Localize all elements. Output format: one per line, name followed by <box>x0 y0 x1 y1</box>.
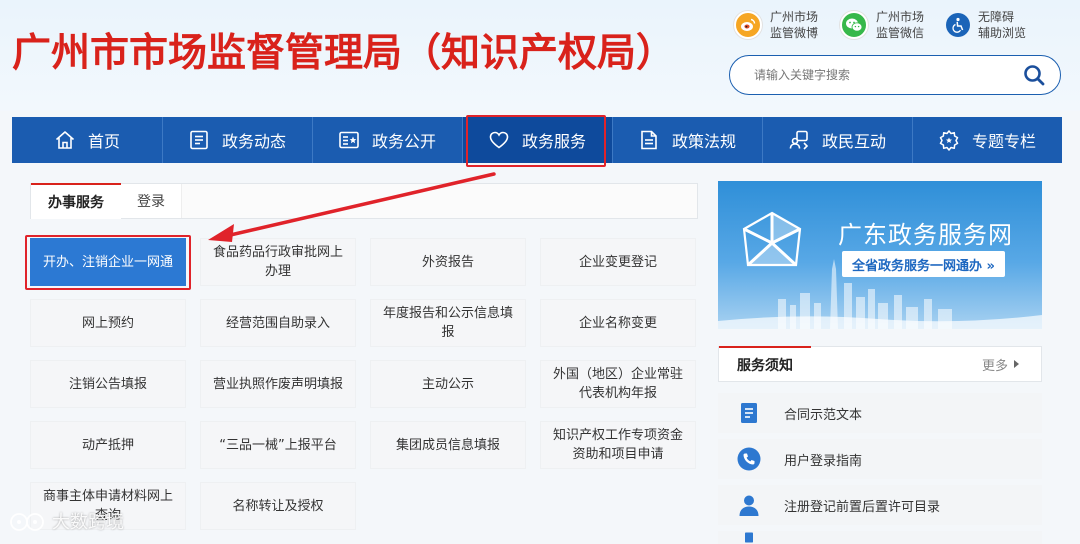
service-item[interactable]: 外资报告 <box>370 238 526 286</box>
accessibility-line2: 辅助浏览 <box>978 26 1027 40</box>
notice-label: 合同示范文本 <box>784 407 863 423</box>
wechat-icon <box>840 11 868 39</box>
service-item[interactable]: 名称转让及授权 <box>200 482 356 530</box>
list-icon <box>745 532 753 543</box>
heart-icon <box>489 131 509 149</box>
service-item[interactable]: 网上预约 <box>30 299 186 347</box>
notice-item-partial[interactable] <box>718 531 1042 544</box>
city-skyline-icon <box>718 259 1042 329</box>
wechat-line1: 广州市场 <box>876 10 925 24</box>
nav-label: 首页 <box>87 132 120 151</box>
tab-services[interactable]: 办事服务 <box>31 183 121 219</box>
service-item[interactable]: 知识产权工作专项资金资助和项目申请 <box>540 421 696 469</box>
service-item[interactable]: 经营范围自助录入 <box>200 299 356 347</box>
user-icon <box>739 495 759 516</box>
service-item[interactable]: 注销公告填报 <box>30 360 186 408</box>
notice-header: 服务须知 更多 <box>718 345 1042 382</box>
wechat-line2: 监管微信 <box>876 26 925 40</box>
quick-links: 广州市场 监管微博 广州市场 监管微信 无障碍 辅助浏览 <box>734 8 1064 42</box>
site-title: 广州市市场监督管理局（知识产权局） <box>12 31 676 76</box>
service-item[interactable]: 企业名称变更 <box>540 299 696 347</box>
document-icon <box>641 130 657 150</box>
phone-icon <box>737 447 761 471</box>
banner-title: 广东政务服务网 <box>838 221 1013 249</box>
weibo-line2: 监管微博 <box>770 26 819 40</box>
caret-right-icon <box>1014 360 1019 368</box>
accessibility-line1: 无障碍 <box>978 10 1015 24</box>
interaction-icon <box>789 130 809 150</box>
service-item[interactable]: 企业变更登记 <box>540 238 696 286</box>
weibo-link[interactable]: 广州市场 监管微博 <box>734 8 818 42</box>
nav-item-news[interactable]: 政务动态 <box>162 117 312 163</box>
wechat-link[interactable]: 广州市场 监管微信 <box>840 8 924 42</box>
nav-item-services[interactable]: 政务服务 <box>462 117 612 163</box>
weibo-line1: 广州市场 <box>770 10 819 24</box>
nav-label: 政务公开 <box>371 132 436 151</box>
nav-label: 政民互动 <box>821 132 886 151</box>
notice-item-login-guide[interactable]: 用户登录指南 <box>718 439 1042 479</box>
nav-item-open-gov[interactable]: 政务公开 <box>312 117 462 163</box>
weibo-icon <box>734 11 762 39</box>
notice-label: 用户登录指南 <box>784 453 863 469</box>
open-gov-icon <box>339 131 359 149</box>
notice-item-permit-catalog[interactable]: 注册登记前置后置许可目录 <box>718 485 1042 525</box>
main-nav: 首页 政务动态 政务公开 政务服务 政策法规 政民互动 专题专栏 <box>12 117 1062 163</box>
gd-gov-service-banner[interactable]: 广东政务服务网 全省政务服务一网通办 » <box>718 181 1042 329</box>
accessibility-icon <box>946 13 970 37</box>
nav-label: 专题专栏 <box>971 132 1036 151</box>
search-button[interactable] <box>1022 63 1046 87</box>
service-item[interactable]: 主动公示 <box>370 360 526 408</box>
search-box <box>729 55 1061 95</box>
notice-title: 服务须知 <box>719 345 811 382</box>
search-icon <box>1024 65 1045 86</box>
service-item[interactable]: “三品一械”上报平台 <box>200 421 356 469</box>
nav-label: 政策法规 <box>671 132 736 151</box>
nav-label: 政务动态 <box>221 132 286 151</box>
service-item[interactable]: 年度报告和公示信息填报 <box>370 299 526 347</box>
search-input[interactable] <box>754 68 1022 82</box>
nav-item-policy[interactable]: 政策法规 <box>612 117 762 163</box>
watermark-logo-icon <box>10 513 44 531</box>
service-item[interactable]: 外国（地区）企业常驻代表机构年报 <box>540 360 696 408</box>
notice-item-contract[interactable]: 合同示范文本 <box>718 393 1042 433</box>
service-item[interactable]: 集团成员信息填报 <box>370 421 526 469</box>
service-item[interactable]: 营业执照作废声明填报 <box>200 360 356 408</box>
service-item[interactable]: 动产抵押 <box>30 421 186 469</box>
gear-icon <box>939 130 959 151</box>
watermark-text: 大数跨境 <box>52 512 124 533</box>
tab-bar-fill <box>181 184 697 218</box>
watermark: 大数跨境 <box>8 508 124 534</box>
nav-item-home[interactable]: 首页 <box>12 117 162 163</box>
service-item[interactable]: 食品药品行政审批网上办理 <box>200 238 356 286</box>
more-label: 更多 <box>981 358 1008 374</box>
service-tabs: 办事服务 登录 <box>30 183 698 219</box>
service-item[interactable]: 开办、注销企业一网通 <box>30 238 186 286</box>
notice-label: 注册登记前置后置许可目录 <box>784 499 941 515</box>
contract-icon <box>741 403 757 423</box>
notice-more-link[interactable]: 更多 <box>982 355 1019 374</box>
nav-item-interaction[interactable]: 政民互动 <box>762 117 912 163</box>
news-icon <box>190 130 208 150</box>
nav-label: 政务服务 <box>521 132 586 151</box>
nav-item-topics[interactable]: 专题专栏 <box>912 117 1062 163</box>
home-icon <box>55 131 75 149</box>
tab-login[interactable]: 登录 <box>121 184 181 218</box>
accessibility-link[interactable]: 无障碍 辅助浏览 <box>946 8 1026 42</box>
